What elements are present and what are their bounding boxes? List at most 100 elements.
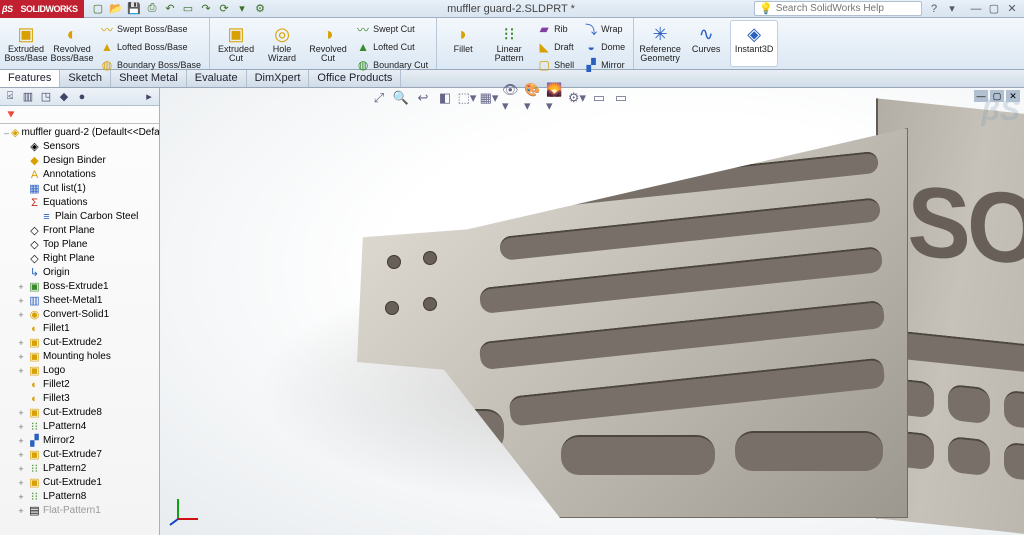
swept-boss-button[interactable]: 〰Swept Boss/Base <box>96 20 205 38</box>
shell-button[interactable]: ▢Shell <box>533 56 578 74</box>
redo-icon[interactable]: ↷ <box>198 1 214 17</box>
tree-item[interactable]: ◐Fillet1 <box>0 322 159 336</box>
tree-item[interactable]: ◐Fillet3 <box>0 392 159 406</box>
tree-item[interactable]: +▣Logo <box>0 364 159 378</box>
manager-tabs: ⍃ ▥ ◳ ◆ ● ▸ <box>0 88 159 106</box>
extruded-boss-button[interactable]: ▣Extruded Boss/Base <box>4 20 48 67</box>
undo-icon[interactable]: ↶ <box>162 1 178 17</box>
tree-item[interactable]: +⁝⁝LPattern8 <box>0 490 159 504</box>
vp-close-icon[interactable]: ✕ <box>1006 90 1020 102</box>
select-icon[interactable]: ▭ <box>180 1 196 17</box>
fillet-button[interactable]: ◗Fillet <box>441 20 485 67</box>
tree-item[interactable]: +▣Boss-Extrude1 <box>0 280 159 294</box>
tree-item[interactable]: +▣Cut-Extrude1 <box>0 476 159 490</box>
view-misc2-icon[interactable]: ▭ <box>612 89 630 107</box>
linear-pattern-button[interactable]: ⁝⁝Linear Pattern <box>487 20 531 67</box>
mirror-button[interactable]: ▞Mirror <box>580 56 629 74</box>
tree-item[interactable]: AAnnotations <box>0 168 159 182</box>
tree-root[interactable]: –◈muffler guard-2 (Default<<Default>_Dis <box>0 126 159 140</box>
tab-sketch[interactable]: Sketch <box>60 70 111 87</box>
open-icon[interactable]: 📂 <box>108 1 124 17</box>
hide-show-icon[interactable]: 👁▾ <box>502 89 520 107</box>
draft-button[interactable]: ◣Draft <box>533 38 578 56</box>
tree-item[interactable]: ≡Plain Carbon Steel <box>0 210 159 224</box>
rib-button[interactable]: ▰Rib <box>533 20 578 38</box>
tree-item[interactable]: +▣Cut-Extrude7 <box>0 448 159 462</box>
lofted-boss-button[interactable]: ▲Lofted Boss/Base <box>96 38 205 56</box>
tree-filter[interactable]: 🔻 <box>0 106 159 124</box>
minimize-icon[interactable]: — <box>968 2 984 16</box>
wrap-button[interactable]: ⤵Wrap <box>580 20 629 38</box>
tab-evaluate[interactable]: Evaluate <box>187 70 247 87</box>
tree-item[interactable]: ◇Top Plane <box>0 238 159 252</box>
instant3d-button[interactable]: ◈Instant3D <box>730 20 778 67</box>
extruded-cut-button[interactable]: ▣Extruded Cut <box>214 20 258 67</box>
tree-item[interactable]: +▥Sheet-Metal1 <box>0 294 159 308</box>
tree-item[interactable]: +◉Convert-Solid1 <box>0 308 159 322</box>
title-bar: SOLIDWORKS ▢ 📂 💾 ⎙ ↶ ▭ ↷ ⟳ ▾ ⚙ muffler g… <box>0 0 1024 18</box>
hole-wizard-button[interactable]: ◎Hole Wizard <box>260 20 304 67</box>
display-style-icon[interactable]: ▦▾ <box>480 89 498 107</box>
ref-geometry-button[interactable]: ✳Reference Geometry <box>638 20 682 67</box>
tree-item[interactable]: +⁝⁝LPattern2 <box>0 462 159 476</box>
feature-tree[interactable]: –◈muffler guard-2 (Default<<Default>_Dis… <box>0 124 159 535</box>
fm-prop-icon[interactable]: ▥ <box>20 89 36 105</box>
tree-item[interactable]: ◆Design Binder <box>0 154 159 168</box>
tree-item[interactable]: ↳Origin <box>0 266 159 280</box>
tree-item[interactable]: +▞Mirror2 <box>0 434 159 448</box>
zoom-fit-icon[interactable]: ⤢ <box>370 89 388 107</box>
prev-view-icon[interactable]: ↩ <box>414 89 432 107</box>
fm-tree-icon[interactable]: ⍃ <box>2 89 18 105</box>
view-misc1-icon[interactable]: ▭ <box>590 89 608 107</box>
help-drop-icon[interactable]: ▾ <box>944 2 960 16</box>
fm-dim-icon[interactable]: ◆ <box>56 89 72 105</box>
tab-office[interactable]: Office Products <box>309 70 401 87</box>
tree-item[interactable]: ▦Cut list(1) <box>0 182 159 196</box>
new-icon[interactable]: ▢ <box>90 1 106 17</box>
edit-appear-icon[interactable]: 🎨▾ <box>524 89 542 107</box>
command-manager: ▣Extruded Boss/Base ◐Revolved Boss/Base … <box>0 18 1024 70</box>
tab-dimxpert[interactable]: DimXpert <box>247 70 310 87</box>
fm-config-icon[interactable]: ◳ <box>38 89 54 105</box>
rebuild-icon[interactable]: ⟳ <box>216 1 232 17</box>
tree-item[interactable]: ◇Right Plane <box>0 252 159 266</box>
options-icon[interactable]: ⚙ <box>252 1 268 17</box>
help-search[interactable]: 💡 <box>754 1 922 16</box>
dropdown-icon[interactable]: ▾ <box>234 1 250 17</box>
lofted-cut-button[interactable]: ▲Lofted Cut <box>352 38 432 56</box>
close-icon[interactable]: ✕ <box>1004 2 1020 16</box>
maximize-icon[interactable]: ▢ <box>986 2 1002 16</box>
tree-item[interactable]: ◐Fillet2 <box>0 378 159 392</box>
revolved-cut-button[interactable]: ◑Revolved Cut <box>306 20 350 67</box>
graphics-viewport[interactable]: — ▢ ✕ βS SOLIDW <box>160 88 1024 535</box>
fm-split-icon[interactable]: ▸ <box>141 89 157 105</box>
tab-features[interactable]: Features <box>0 70 60 87</box>
vp-min-icon[interactable]: — <box>974 90 988 102</box>
tree-item[interactable]: ◈Sensors <box>0 140 159 154</box>
tree-item[interactable]: ◇Front Plane <box>0 224 159 238</box>
help-icon[interactable]: ? <box>926 2 942 16</box>
tree-item[interactable]: +▣Mounting holes <box>0 350 159 364</box>
tree-item[interactable]: ΣEquations <box>0 196 159 210</box>
save-icon[interactable]: 💾 <box>126 1 142 17</box>
print-icon[interactable]: ⎙ <box>144 1 160 17</box>
tree-item[interactable]: +▣Cut-Extrude2 <box>0 336 159 350</box>
apply-scene-icon[interactable]: 🌄▾ <box>546 89 564 107</box>
zoom-area-icon[interactable]: 🔍 <box>392 89 410 107</box>
section-view-icon[interactable]: ◧ <box>436 89 454 107</box>
view-settings-icon[interactable]: ⚙▾ <box>568 89 586 107</box>
swept-cut-button[interactable]: 〰Swept Cut <box>352 20 432 38</box>
window-buttons: — ▢ ✕ <box>968 2 1020 16</box>
fm-display-icon[interactable]: ● <box>74 89 90 105</box>
tree-item[interactable]: +⁝⁝LPattern4 <box>0 420 159 434</box>
origin-triad <box>168 493 202 527</box>
dome-button[interactable]: ◒Dome <box>580 38 629 56</box>
tree-item[interactable]: +▣Cut-Extrude8 <box>0 406 159 420</box>
revolved-boss-button[interactable]: ◐Revolved Boss/Base <box>50 20 94 67</box>
curves-button[interactable]: ∿Curves <box>684 20 728 67</box>
view-orient-icon[interactable]: ⬚▾ <box>458 89 476 107</box>
search-input[interactable] <box>776 3 917 14</box>
tab-sheetmetal[interactable]: Sheet Metal <box>111 70 187 87</box>
tree-item[interactable]: +▤Flat-Pattern1 <box>0 504 159 518</box>
vp-max-icon[interactable]: ▢ <box>990 90 1004 102</box>
